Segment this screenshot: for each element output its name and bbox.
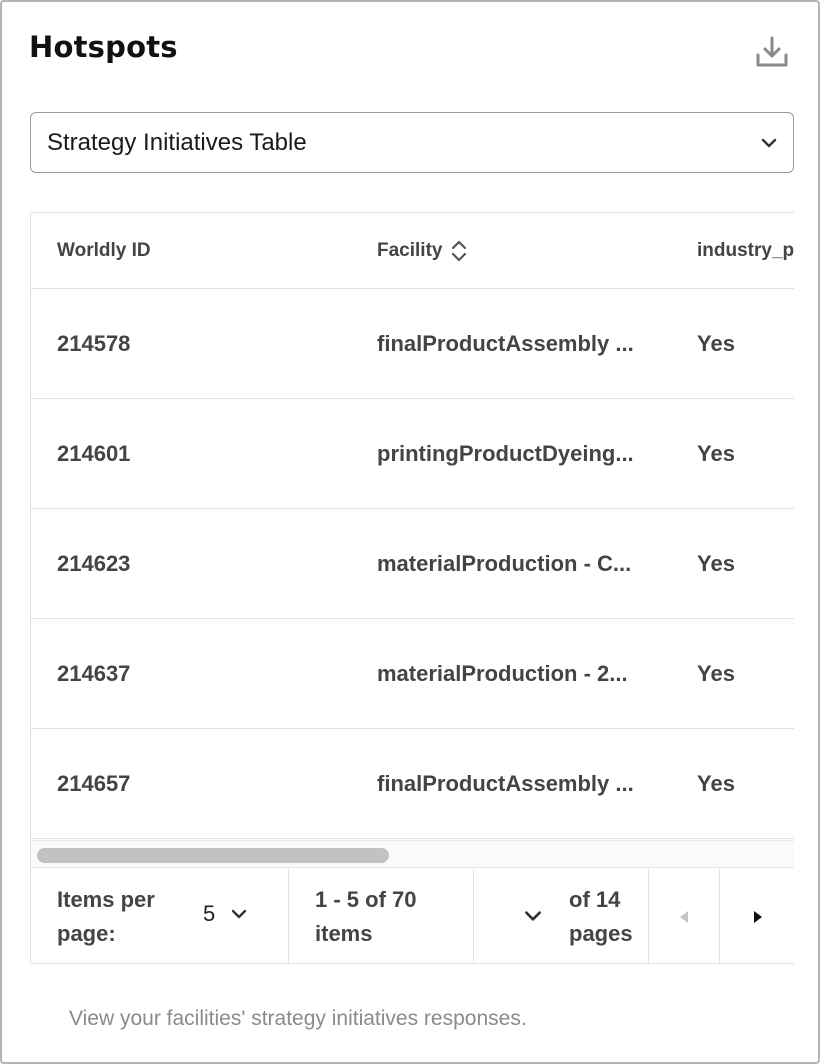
- table-type-select[interactable]: Strategy Initiatives Table: [30, 112, 794, 173]
- cell-facility: materialProduction - 2...: [377, 661, 628, 686]
- download-button[interactable]: [750, 30, 794, 74]
- page-selector: of 14 pages: [474, 869, 649, 963]
- item-range: 1 - 5 of 70 items: [289, 869, 474, 963]
- cell-facility: printingProductDyeing...: [377, 441, 634, 466]
- items-per-page: Items per page: 5: [31, 869, 289, 963]
- column-header-worldly-id: Worldly ID: [57, 240, 151, 261]
- hotspots-card: Hotspots Strategy Initiatives Table Worl…: [0, 0, 820, 1064]
- items-per-page-label: Items per page:: [57, 887, 155, 946]
- cell-industry: Yes: [697, 661, 735, 686]
- triangle-right-icon: [753, 911, 762, 923]
- chevron-down-icon[interactable]: [522, 905, 544, 927]
- scrollbar-thumb[interactable]: [37, 848, 389, 863]
- total-pages: of 14 pages: [569, 887, 633, 946]
- cell-industry: Yes: [697, 551, 735, 576]
- chevron-down-icon: [761, 138, 777, 148]
- card-title: Hotspots: [29, 30, 178, 64]
- horizontal-scrollbar[interactable]: [31, 840, 794, 868]
- chevron-down-icon: [232, 909, 247, 919]
- select-value: Strategy Initiatives Table: [47, 128, 307, 156]
- previous-page-button[interactable]: [649, 869, 720, 963]
- column-header-facility-label: Facility: [377, 240, 443, 261]
- table-row[interactable]: 214637 materialProduction - 2... Yes: [31, 619, 794, 729]
- next-page-button[interactable]: [720, 869, 794, 963]
- cell-worldly-id: 214578: [57, 331, 131, 356]
- cell-facility: finalProductAssembly ...: [377, 331, 634, 356]
- cell-worldly-id: 214601: [57, 441, 131, 466]
- table-row[interactable]: 214601 printingProductDyeing... Yes: [31, 399, 794, 509]
- triangle-left-icon: [680, 911, 688, 923]
- items-per-page-select[interactable]: 5: [203, 901, 249, 927]
- cell-industry: Yes: [697, 441, 735, 466]
- cell-worldly-id: 214637: [57, 661, 131, 686]
- column-header-industry[interactable]: industry_p: [697, 213, 794, 289]
- cell-facility: finalProductAssembly ...: [377, 771, 634, 796]
- download-icon: [756, 36, 788, 67]
- card-description: View your facilities' strategy initiativ…: [69, 1007, 527, 1030]
- table-row[interactable]: 214657 finalProductAssembly ... Yes: [31, 729, 794, 839]
- pagination-bar: Items per page: 5 1 - 5 of 70 items of 1…: [31, 869, 794, 963]
- cell-industry: Yes: [697, 771, 735, 796]
- table-row[interactable]: 214623 materialProduction - C... Yes: [31, 509, 794, 619]
- cell-facility: materialProduction - C...: [377, 551, 632, 576]
- items-per-page-value: 5: [203, 901, 216, 926]
- table-header: Worldly ID Facility industry_p: [31, 213, 794, 289]
- cell-industry: Yes: [697, 331, 735, 356]
- table-row[interactable]: 214578 finalProductAssembly ... Yes: [31, 289, 794, 399]
- column-header-facility[interactable]: Facility: [377, 213, 468, 289]
- sort-updown-icon[interactable]: [450, 239, 468, 263]
- strategy-initiatives-table: Worldly ID Facility industry_p 214578 fi…: [30, 212, 794, 964]
- cell-worldly-id: 214657: [57, 771, 131, 796]
- cell-worldly-id: 214623: [57, 551, 131, 576]
